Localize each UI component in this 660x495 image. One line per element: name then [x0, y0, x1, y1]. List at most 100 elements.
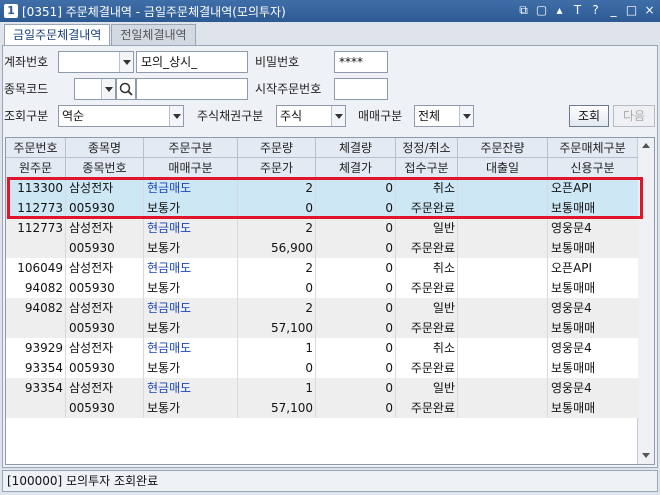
status-text: [100000] 모의투자 조회완료 [7, 474, 159, 488]
cell-receipt-type: 주문완료 [410, 321, 455, 335]
cell-filled-price: 0 [385, 361, 393, 375]
start-order-field[interactable] [334, 78, 388, 100]
cell-order-type: 현금매도 [147, 181, 192, 195]
header-modify-cancel: 정정/취소 [396, 138, 458, 158]
cell-stock-name: 삼성전자 [69, 301, 114, 315]
title-bar: 1 [0351] 주문체결내역 - 금일주문체결내역(모의투자) ⧉ ▢ ▴ T… [0, 0, 660, 22]
cell-credit-type: 보통매매 [551, 201, 596, 215]
cell-filled-qty: 0 [385, 381, 393, 395]
window-controls: ⧉ ▢ ▴ T ? _ □ × [517, 2, 656, 18]
cell-modify-cancel: 일반 [432, 301, 455, 315]
query-button[interactable]: 조회 [569, 105, 609, 127]
cell-trade-type: 보통가 [147, 281, 181, 295]
cell-stock-code: 005930 [69, 281, 115, 295]
cell-order-qty: 2 [305, 181, 313, 195]
security-type-select[interactable]: 주식 [276, 105, 346, 127]
cell-stock-code: 005930 [69, 401, 115, 415]
search-button[interactable] [116, 78, 136, 100]
header-order-no: 주문번호 [6, 138, 66, 158]
account-name-field: 모의_상시_ [136, 51, 248, 73]
header-stock-code: 종목번호 [66, 158, 144, 178]
tab-today-orders[interactable]: 금일주문체결내역 [4, 24, 111, 47]
cell-filled-qty: 0 [385, 221, 393, 235]
trade-type-label: 매매구분 [358, 109, 403, 123]
trade-type-value: 전체 [418, 109, 441, 123]
help-icon[interactable]: ? [589, 2, 602, 18]
grid-header: 주문번호 종목명 주문구분 주문량 체결량 정정/취소 주문잔량 주문매체구분 … [6, 138, 638, 178]
cell-stock-name: 삼성전자 [69, 341, 114, 355]
vertical-scrollbar[interactable] [637, 138, 654, 464]
cell-filled-qty: 0 [385, 301, 393, 315]
cell-remaining-qty [458, 218, 548, 238]
cell-credit-type: 보통매매 [551, 321, 596, 335]
cell-filled-price: 0 [385, 281, 393, 295]
close-icon[interactable]: × [643, 2, 656, 18]
cell-order-media: 영웅문4 [551, 221, 592, 235]
table-row[interactable]: 93929 삼성전자 현금매도 1 0 취소 영웅문4 93354 005930 보통가 0 0 주문완… [6, 338, 638, 378]
query-type-select[interactable]: 역순 [58, 105, 184, 127]
chevron-down-icon[interactable] [459, 106, 473, 126]
header-order-media: 주문매체구분 [548, 138, 638, 158]
stock-code-select[interactable] [74, 78, 116, 100]
cell-filled-price: 0 [385, 321, 393, 335]
scroll-up-icon[interactable] [638, 138, 654, 154]
cell-order-no: 113300 [17, 181, 63, 195]
cell-remaining-qty [458, 378, 548, 398]
password-field[interactable]: **** [334, 51, 388, 73]
scroll-down-icon[interactable] [638, 448, 654, 464]
cell-receipt-type: 주문완료 [410, 361, 455, 375]
cell-filled-qty: 0 [385, 181, 393, 195]
link-icon[interactable]: ⧉ [517, 2, 530, 18]
cell-trade-type: 보통가 [147, 241, 181, 255]
header-order-type: 주문구분 [144, 138, 238, 158]
cell-credit-type: 보통매매 [551, 361, 596, 375]
minimize-icon[interactable]: _ [607, 2, 620, 18]
cell-original-order [6, 238, 66, 258]
cell-order-type: 현금매도 [147, 221, 192, 235]
cell-order-price: 56,900 [271, 241, 313, 255]
cell-order-type: 현금매도 [147, 261, 192, 275]
pin-icon[interactable]: ▴ [553, 2, 566, 18]
table-row[interactable]: 94082 삼성전자 현금매도 2 0 일반 영웅문4 005930 보통가 57,100 0 주문완… [6, 298, 638, 338]
cell-order-price: 57,100 [271, 321, 313, 335]
trade-type-select[interactable]: 전체 [414, 105, 474, 127]
cell-order-type: 현금매도 [147, 301, 192, 315]
cell-order-price: 57,100 [271, 401, 313, 415]
cell-loan-date [458, 278, 548, 298]
chevron-down-icon[interactable] [119, 52, 133, 72]
table-row[interactable]: 112773 삼성전자 현금매도 2 0 일반 영웅문4 005930 보통가 56,900 0 주문… [6, 218, 638, 258]
account-select[interactable] [58, 51, 134, 73]
cell-modify-cancel: 취소 [432, 341, 455, 355]
copy-icon[interactable]: ▢ [535, 2, 548, 18]
cell-order-no: 93929 [24, 341, 63, 355]
app-icon: 1 [4, 4, 18, 18]
table-row[interactable]: 93354 삼성전자 현금매도 1 0 일반 영웅문4 005930 보통가 57,100 0 주문완… [6, 378, 638, 418]
next-button[interactable]: 다음 [613, 105, 655, 127]
cell-order-type: 현금매도 [147, 381, 192, 395]
maximize-icon[interactable]: □ [625, 2, 638, 18]
cell-loan-date [458, 358, 548, 378]
cell-loan-date [458, 318, 548, 338]
table-row[interactable]: 113300 삼성전자 현금매도 2 0 취소 오픈API 112773 005930 보통가 0 0… [6, 178, 638, 218]
chevron-down-icon[interactable] [169, 106, 183, 126]
header-credit-type: 신용구분 [548, 158, 638, 178]
cell-original-order [6, 398, 66, 418]
cell-remaining-qty [458, 298, 548, 318]
cell-credit-type: 보통매매 [551, 281, 596, 295]
chevron-down-icon[interactable] [101, 79, 115, 99]
chevron-down-icon[interactable] [331, 106, 345, 126]
cell-filled-qty: 0 [385, 341, 393, 355]
cell-trade-type: 보통가 [147, 361, 181, 375]
tab-strip: 금일주문체결내역 전일체결내역 [4, 24, 197, 47]
cell-modify-cancel: 일반 [432, 221, 455, 235]
cell-order-qty: 1 [305, 341, 313, 355]
font-icon[interactable]: T [571, 2, 584, 18]
cell-order-qty: 2 [305, 261, 313, 275]
cell-modify-cancel: 일반 [432, 381, 455, 395]
cell-stock-name: 삼성전자 [69, 181, 114, 195]
header-filled-qty: 체결량 [316, 138, 396, 158]
tab-previous-day[interactable]: 전일체결내역 [111, 24, 196, 46]
cell-credit-type: 보통매매 [551, 241, 596, 255]
table-row[interactable]: 106049 삼성전자 현금매도 2 0 취소 오픈API 94082 005930 보통가 0 0 주… [6, 258, 638, 298]
grid-rows-layer: 113300 삼성전자 현금매도 2 0 취소 오픈API 112773 005930 보통가 0 0… [5, 137, 655, 465]
